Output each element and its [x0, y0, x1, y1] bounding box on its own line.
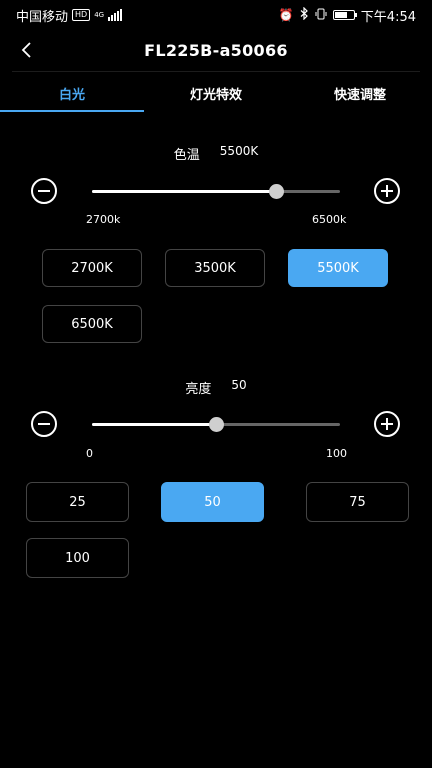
- color-temp-preset-6500k[interactable]: 6500K: [42, 305, 142, 343]
- brightness-label: 亮度: [185, 382, 212, 397]
- tab-white-light[interactable]: 白光: [0, 74, 144, 112]
- bluetooth-icon: [300, 6, 309, 23]
- color-temp-preset-5500k[interactable]: 5500K: [288, 249, 388, 287]
- status-bar: 中国移动 HD 4G ⏰ 下午4:54: [0, 0, 432, 30]
- hd-badge: HD: [72, 9, 91, 21]
- vibrate-icon: [315, 8, 327, 23]
- status-left: 中国移动 HD 4G: [16, 6, 123, 25]
- color-temp-slider[interactable]: [92, 184, 340, 199]
- page-title: FL225B-a50066: [144, 40, 288, 60]
- color-temp-slider-fill: [92, 190, 276, 193]
- tab-quick-adjust[interactable]: 快速调整: [288, 74, 432, 112]
- color-temp-preset-3500k[interactable]: 3500K: [165, 249, 265, 287]
- brightness-slider-thumb[interactable]: [209, 417, 224, 432]
- color-temp-preset-2700k[interactable]: 2700K: [42, 249, 142, 287]
- brightness-min-label: 0: [86, 447, 93, 460]
- brightness-preset-100[interactable]: 100: [26, 538, 129, 578]
- color-temp-plus-button[interactable]: [374, 178, 400, 204]
- plus-icon: [386, 418, 388, 430]
- brightness-value: 50: [231, 378, 247, 392]
- brightness-slider-row: [0, 407, 432, 443]
- color-temp-label: 色温: [173, 148, 200, 163]
- color-temp-slider-thumb[interactable]: [268, 184, 284, 199]
- signal-icon: [108, 9, 123, 21]
- color-temp-minus-button[interactable]: [31, 178, 57, 204]
- color-temp-min-label: 2700k: [86, 213, 121, 226]
- status-right: ⏰ 下午4:54: [279, 6, 416, 25]
- carrier-name: 中国移动: [16, 9, 69, 25]
- tab-bar: 白光 灯光特效 快速调整: [0, 74, 432, 112]
- minus-icon: [38, 190, 50, 192]
- header-divider: [12, 71, 420, 72]
- tab-light-effects[interactable]: 灯光特效: [144, 74, 288, 112]
- brightness-plus-button[interactable]: [374, 411, 400, 437]
- chevron-left-icon: [21, 42, 31, 58]
- brightness-max-label: 100: [326, 447, 347, 460]
- brightness-preset-50[interactable]: 50: [161, 482, 264, 522]
- status-time: 下午4:54: [360, 9, 416, 25]
- brightness-slider-fill: [92, 423, 216, 426]
- network-type: 4G: [94, 10, 105, 19]
- brightness-header: 亮度 50: [0, 378, 432, 397]
- alarm-icon: ⏰: [278, 8, 294, 22]
- network-label: 4G: [94, 10, 105, 19]
- brightness-slider[interactable]: [92, 417, 340, 432]
- brightness-preset-75[interactable]: 75: [306, 482, 409, 522]
- minus-icon: [38, 423, 50, 425]
- brightness-preset-25[interactable]: 25: [26, 482, 129, 522]
- battery-icon: [332, 10, 357, 20]
- color-temp-value: 5500K: [219, 144, 259, 158]
- color-temp-header: 色温 5500K: [0, 144, 432, 163]
- color-temp-max-label: 6500k: [312, 213, 347, 226]
- back-button[interactable]: [12, 36, 40, 64]
- app-header: FL225B-a50066: [0, 30, 432, 70]
- plus-icon: [386, 185, 388, 197]
- color-temp-slider-row: [0, 174, 432, 210]
- brightness-minus-button[interactable]: [31, 411, 57, 437]
